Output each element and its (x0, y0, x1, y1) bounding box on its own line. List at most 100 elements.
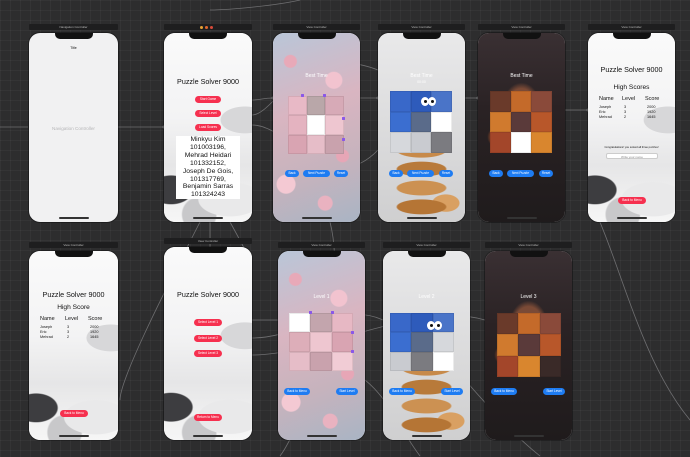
puzzle-tile[interactable] (306, 96, 326, 116)
resize-handle[interactable] (351, 350, 354, 353)
puzzle-tile-empty[interactable] (289, 313, 311, 333)
puzzle-tile-empty[interactable] (510, 132, 532, 153)
puzzle-tile[interactable] (390, 332, 412, 352)
back-button[interactable]: Back (389, 170, 403, 177)
select-level-1-button[interactable]: Select Level 1 (194, 319, 222, 326)
exit-icon[interactable] (210, 25, 213, 29)
scene-title[interactable]: View Controller (278, 242, 365, 248)
start-level-button[interactable]: Start Level (543, 388, 565, 395)
back-to-menu-button[interactable]: Back to Menu (389, 388, 415, 395)
scene-title[interactable]: View Controller (478, 24, 565, 30)
puzzle-tile[interactable] (310, 351, 332, 371)
puzzle-tile[interactable] (432, 332, 454, 352)
scene-level-1[interactable]: View Controller Level 1 Back to Menu Sta… (278, 242, 365, 440)
reset-button[interactable]: Reset (334, 170, 348, 177)
view-controller-icon[interactable] (205, 25, 208, 29)
scene-title[interactable]: View Controller (29, 242, 118, 248)
puzzle-grid[interactable] (288, 96, 344, 154)
next-puzzle-button[interactable]: Next Puzzle (507, 170, 534, 177)
scene-title[interactable]: Navigation Controller (29, 24, 118, 30)
back-to-menu-button[interactable]: Back to Menu (618, 197, 646, 204)
next-puzzle-button[interactable]: Next Puzzle (407, 170, 434, 177)
puzzle-tile[interactable] (325, 96, 344, 116)
puzzle-tile[interactable] (306, 134, 326, 154)
puzzle-tile[interactable] (539, 334, 561, 356)
puzzle-tile[interactable] (390, 91, 411, 112)
puzzle-tile[interactable] (289, 351, 311, 371)
puzzle-tile[interactable] (390, 351, 412, 371)
start-level-button[interactable]: Start Level (336, 388, 358, 395)
puzzle-tile[interactable] (410, 111, 432, 133)
puzzle-tile[interactable] (497, 313, 519, 335)
puzzle-tile[interactable] (518, 334, 540, 356)
back-button[interactable]: Back (489, 170, 503, 177)
resize-handle[interactable] (342, 117, 345, 120)
puzzle-tile[interactable] (539, 313, 561, 335)
start-level-button[interactable]: Start Level (441, 388, 463, 395)
scene-navigation-controller[interactable]: Navigation Controller Title Navigation C… (29, 24, 118, 222)
scene-level-3[interactable]: View Controller Level 3 Back to Menu Sta… (485, 242, 572, 440)
player-name-field[interactable]: Write your name (606, 153, 658, 159)
puzzle-tile[interactable] (390, 132, 411, 153)
puzzle-tile[interactable] (518, 355, 540, 377)
scene-title[interactable]: View Controller (273, 24, 360, 30)
select-level-button[interactable]: Select Level (195, 110, 221, 117)
back-to-menu-button[interactable]: Back to Menu (284, 388, 310, 395)
resize-handle[interactable] (309, 311, 312, 314)
resize-handle[interactable] (351, 331, 354, 334)
puzzle-grid[interactable] (390, 313, 454, 371)
return-to-menu-button[interactable]: Return to Menu (194, 414, 222, 421)
puzzle-tile[interactable] (510, 111, 532, 133)
resize-handle[interactable] (323, 94, 326, 97)
load-scores-button[interactable]: Load Scores (195, 124, 221, 131)
scene-title[interactable]: View Controller (383, 242, 470, 248)
scene-game-1[interactable]: View Controller Best Time Back Next Puzz… (273, 24, 360, 222)
scene-win-screen[interactable]: View Controller Puzzle Solver 9000 High … (588, 24, 675, 222)
scene-level-2[interactable]: View Controller Level 2 Back to Menu Sta… (383, 242, 470, 440)
puzzle-tile[interactable] (288, 134, 307, 154)
puzzle-tile-empty[interactable] (306, 115, 326, 135)
start-game-button[interactable]: Start Game (195, 96, 221, 103)
puzzle-tile[interactable] (518, 313, 540, 335)
back-button[interactable]: Back (285, 170, 299, 177)
puzzle-tile[interactable] (288, 115, 307, 135)
puzzle-tile[interactable] (539, 355, 561, 377)
resize-handle[interactable] (331, 311, 334, 314)
scene-game-3[interactable]: View Controller Best Time Back Next Puzz… (478, 24, 565, 222)
scene-title[interactable]: View Controller (378, 24, 465, 30)
back-to-menu-button[interactable]: Back to Menu (60, 410, 88, 417)
puzzle-tile[interactable] (310, 313, 332, 333)
puzzle-tile[interactable] (310, 332, 332, 352)
puzzle-tile[interactable] (510, 91, 532, 112)
next-puzzle-button[interactable]: Next Puzzle (303, 170, 330, 177)
back-to-menu-button[interactable]: Back to Menu (491, 388, 517, 395)
select-level-3-button[interactable]: Select Level 3 (194, 350, 222, 357)
scene-level-select[interactable]: View Controller Puzzle Solver 9000 Selec… (164, 238, 252, 440)
scene-title[interactable]: View Controller (588, 24, 675, 30)
select-level-2-button[interactable]: Select Level 2 (194, 335, 222, 342)
first-responder-icon[interactable] (200, 25, 203, 29)
scene-title[interactable] (164, 24, 252, 30)
scene-main-menu[interactable]: Puzzle Solver 9000 Start Game Select Lev… (164, 24, 252, 222)
puzzle-tile[interactable] (497, 334, 519, 356)
puzzle-tile[interactable] (288, 96, 307, 116)
puzzle-tile[interactable] (331, 351, 353, 371)
puzzle-grid[interactable] (497, 313, 561, 377)
puzzle-grid[interactable] (289, 313, 353, 371)
puzzle-tile-empty[interactable] (432, 351, 454, 371)
puzzle-grid[interactable] (490, 91, 552, 153)
scene-title[interactable]: View Controller (485, 242, 572, 248)
puzzle-tile[interactable] (490, 132, 511, 153)
puzzle-tile[interactable] (531, 111, 552, 133)
puzzle-tile[interactable] (411, 351, 433, 371)
puzzle-tile[interactable] (410, 132, 432, 153)
puzzle-tile[interactable] (531, 132, 552, 153)
puzzle-tile[interactable] (390, 111, 411, 133)
reset-button[interactable]: Reset (539, 170, 553, 177)
puzzle-tile[interactable] (390, 313, 412, 333)
puzzle-tile[interactable] (289, 332, 311, 352)
puzzle-tile[interactable] (411, 332, 433, 352)
puzzle-tile[interactable] (497, 355, 519, 377)
scene-game-2[interactable]: View Controller Best Time 00:00 Back Nex… (378, 24, 465, 222)
puzzle-tile-empty[interactable] (431, 111, 452, 133)
